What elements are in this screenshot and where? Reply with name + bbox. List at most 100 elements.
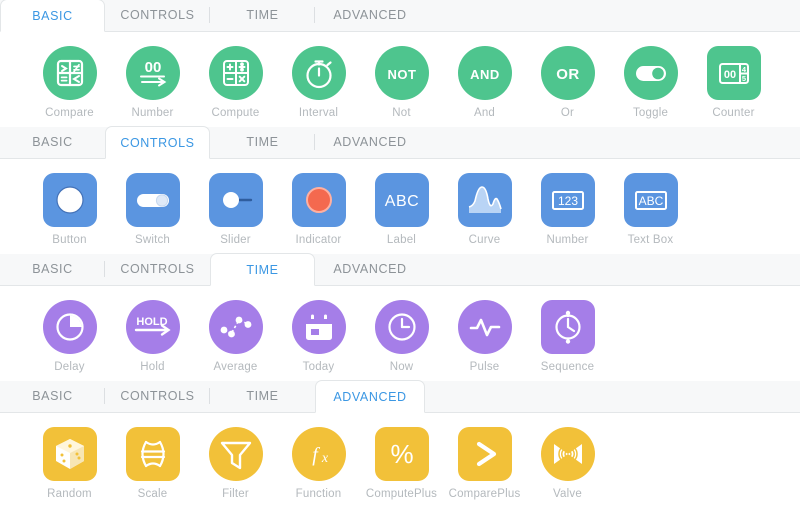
palette-item-interval[interactable]: Interval: [277, 46, 360, 119]
palette-item-indicator[interactable]: Indicator: [277, 173, 360, 246]
dice-icon: [55, 439, 84, 469]
tab-advanced[interactable]: ADVANCED: [315, 0, 425, 31]
stopwatch-icon[interactable]: [291, 46, 346, 100]
dice-icon[interactable]: [42, 427, 97, 481]
button-icon[interactable]: [42, 173, 97, 227]
tab-label: BASIC: [32, 9, 73, 23]
number-box-icon: 123: [551, 191, 584, 210]
palette-item-now[interactable]: Now: [360, 300, 443, 373]
text-box-icon[interactable]: ABC: [623, 173, 678, 227]
tab-advanced[interactable]: ADVANCED: [315, 126, 425, 158]
palette-item-label: Hold: [140, 361, 165, 373]
palette-item-compute[interactable]: Compute: [194, 46, 277, 119]
pie-timer-icon: [55, 313, 84, 341]
palette-item-curve[interactable]: Curve: [443, 173, 526, 246]
palette-item-label: Scale: [137, 488, 168, 500]
palette-item-computeplus[interactable]: % ComputePlus: [360, 427, 443, 500]
palette-item-label[interactable]: ABC Label: [360, 173, 443, 246]
palette-item-compare[interactable]: Compare: [28, 46, 111, 119]
palette-item-random[interactable]: Random: [28, 427, 111, 500]
tab-basic[interactable]: BASIC: [0, 253, 105, 285]
item-grid: Button Switch Slider Indicator ABC Label: [0, 159, 800, 254]
or-icon[interactable]: OR: [540, 46, 595, 100]
palette-item-counter[interactable]: 00 4 5 Counter: [692, 46, 775, 119]
palette-item-label: Text Box: [627, 234, 674, 246]
palette-item-today[interactable]: Today: [277, 300, 360, 373]
greater-than-icon[interactable]: [457, 427, 512, 481]
not-icon[interactable]: NOT: [374, 46, 429, 100]
button-icon: [55, 186, 84, 214]
tab-advanced[interactable]: ADVANCED: [315, 380, 425, 413]
label-icon[interactable]: ABC: [374, 173, 429, 227]
palette-item-button[interactable]: Button: [28, 173, 111, 246]
palette-item-switch[interactable]: Switch: [111, 173, 194, 246]
palette-item-label: Toggle: [632, 107, 669, 119]
toggle-icon[interactable]: [623, 46, 678, 100]
palette-item-or[interactable]: OR Or: [526, 46, 609, 119]
palette-item-hold[interactable]: HOLD Hold: [111, 300, 194, 373]
palette-item-filter[interactable]: Filter: [194, 427, 277, 500]
valve-icon[interactable]: [540, 427, 595, 481]
palette-item-toggle[interactable]: Toggle: [609, 46, 692, 119]
tab-controls[interactable]: CONTROLS: [105, 0, 210, 31]
tab-label: BASIC: [32, 389, 73, 403]
tab-time[interactable]: TIME: [210, 253, 315, 286]
slider-icon[interactable]: [208, 173, 263, 227]
palette-item-and[interactable]: AND And: [443, 46, 526, 119]
tab-controls[interactable]: CONTROLS: [105, 253, 210, 285]
tab-basic[interactable]: BASIC: [0, 380, 105, 412]
palette-item-label: Compare: [45, 107, 94, 119]
indicator-icon[interactable]: [291, 173, 346, 227]
tab-basic[interactable]: BASIC: [0, 126, 105, 158]
palette-item-number[interactable]: 00 Number: [111, 46, 194, 119]
hold-icon[interactable]: HOLD: [125, 300, 180, 354]
counter-icon[interactable]: 00 4 5: [706, 46, 761, 100]
scale-icon: [140, 440, 165, 468]
palette-item-average[interactable]: Average: [194, 300, 277, 373]
sequence-icon: [554, 310, 581, 344]
sequence-icon[interactable]: [540, 300, 595, 354]
pulse-icon: [469, 318, 500, 337]
tab-advanced[interactable]: ADVANCED: [315, 253, 425, 285]
curve-icon[interactable]: [457, 173, 512, 227]
svg-text:OR: OR: [556, 66, 580, 83]
item-grid: Delay HOLD Hold Average Today Now Pulse …: [0, 286, 800, 381]
palette-item-valve[interactable]: Valve: [526, 427, 609, 500]
palette-item-delay[interactable]: Delay: [28, 300, 111, 373]
palette-item-compareplus[interactable]: ComparePlus: [443, 427, 526, 500]
palette-item-number[interactable]: 123 Number: [526, 173, 609, 246]
tab-time[interactable]: TIME: [210, 380, 315, 412]
tab-time[interactable]: TIME: [210, 126, 315, 158]
tab-controls[interactable]: CONTROLS: [105, 126, 210, 159]
number-icon[interactable]: 00: [125, 46, 180, 100]
palette-item-function[interactable]: f x Function: [277, 427, 360, 500]
scale-icon[interactable]: [125, 427, 180, 481]
palette-item-pulse[interactable]: Pulse: [443, 300, 526, 373]
palette-item-label: Pulse: [469, 361, 500, 373]
and-icon[interactable]: AND: [457, 46, 512, 100]
pulse-icon[interactable]: [457, 300, 512, 354]
tab-controls[interactable]: CONTROLS: [105, 380, 210, 412]
palette-item-sequence[interactable]: Sequence: [526, 300, 609, 373]
switch-icon[interactable]: [125, 173, 180, 227]
compare-icon[interactable]: [42, 46, 97, 100]
tab-time[interactable]: TIME: [210, 0, 315, 31]
calendar-icon[interactable]: [291, 300, 346, 354]
function-icon[interactable]: f x: [291, 427, 346, 481]
tab-basic[interactable]: BASIC: [0, 0, 105, 32]
palette-item-slider[interactable]: Slider: [194, 173, 277, 246]
pie-timer-icon[interactable]: [42, 300, 97, 354]
palette-item-label: ComputePlus: [365, 488, 438, 500]
percent-icon[interactable]: %: [374, 427, 429, 481]
palette-item-text-box[interactable]: ABC Text Box: [609, 173, 692, 246]
hold-icon: HOLD: [134, 316, 171, 336]
funnel-icon[interactable]: [208, 427, 263, 481]
not-icon: NOT: [387, 67, 415, 82]
palette-item-not[interactable]: NOT Not: [360, 46, 443, 119]
compute-icon[interactable]: [208, 46, 263, 100]
palette-item-scale[interactable]: Scale: [111, 427, 194, 500]
number-box-icon[interactable]: 123: [540, 173, 595, 227]
tab-bar-1: BASIC CONTROLS TIME ADVANCED: [0, 126, 800, 159]
clock-icon[interactable]: [374, 300, 429, 354]
average-icon[interactable]: [208, 300, 263, 354]
